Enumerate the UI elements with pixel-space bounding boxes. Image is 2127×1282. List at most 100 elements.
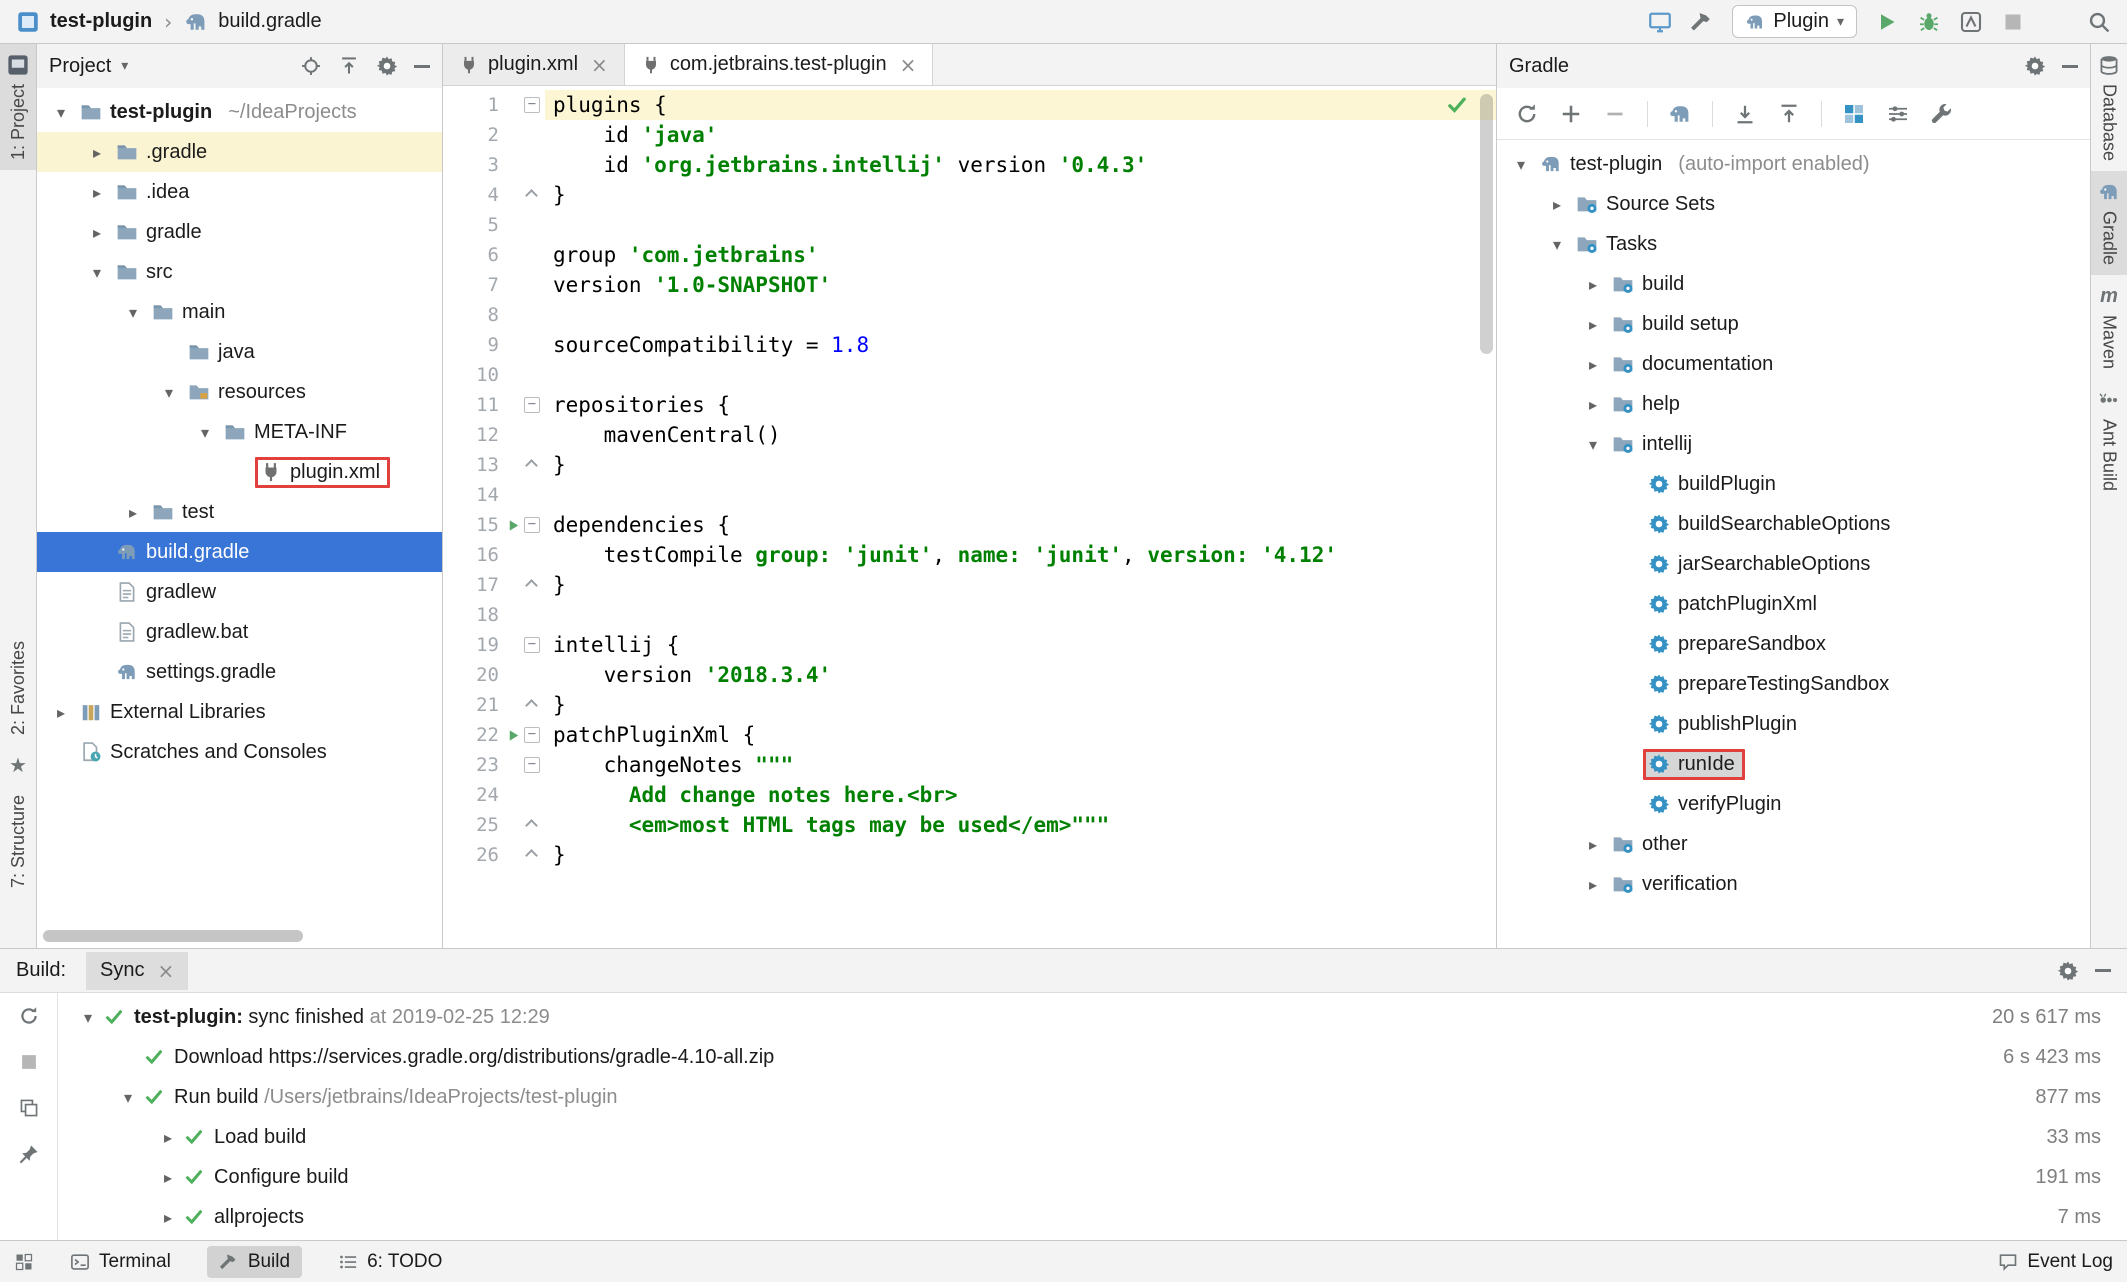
statusbar-build[interactable]: Build <box>206 1245 303 1278</box>
project-tree-item-main[interactable]: ▾ main <box>37 292 442 332</box>
expand-arrow-icon[interactable]: ▾ <box>47 103 75 122</box>
fold-close-icon[interactable] <box>525 698 538 712</box>
expand-arrow-icon[interactable]: ▸ <box>1579 395 1607 414</box>
gradle-task-verifyplugin[interactable]: verifyPlugin <box>1497 784 2090 824</box>
code-line-9[interactable]: 9 sourceCompatibility = 1.8 <box>443 330 1496 360</box>
code-line-25[interactable]: 25 <em>most HTML tags may be used</em>""… <box>443 810 1496 840</box>
expand-all-icon[interactable] <box>1733 102 1757 126</box>
project-tree-item-test-plugin[interactable]: ▾ test-plugin ~/IdeaProjects <box>37 92 442 132</box>
expand-arrow-icon[interactable]: ▸ <box>47 703 75 722</box>
settings-gear-icon[interactable] <box>2057 960 2079 982</box>
editor-tab-plugin-xml[interactable]: plugin.xml × <box>443 44 625 85</box>
expand-arrow-icon[interactable]: ▸ <box>119 503 147 522</box>
code-line-24[interactable]: 24 Add change notes here.<br> <box>443 780 1496 810</box>
horizontal-scrollbar[interactable] <box>43 930 303 942</box>
hide-panel-icon[interactable] <box>2095 969 2111 972</box>
refresh-gradle-icon[interactable] <box>1515 102 1539 126</box>
expand-arrow-icon[interactable]: ▾ <box>155 383 183 402</box>
expand-arrow-icon[interactable]: ▸ <box>152 1208 184 1227</box>
hide-panel-icon[interactable] <box>2062 64 2078 68</box>
run-gutter-icon[interactable] <box>506 518 521 533</box>
gradle-task-preparetestingsandbox[interactable]: prepareTestingSandbox <box>1497 664 2090 704</box>
expand-arrow-icon[interactable]: ▾ <box>112 1088 144 1107</box>
expand-arrow-icon[interactable]: ▾ <box>83 263 111 282</box>
rerun-sync-icon[interactable] <box>18 1005 40 1027</box>
tool-button-database[interactable]: Database <box>2091 44 2127 171</box>
toolwindow-switcher-icon[interactable] <box>14 1252 34 1272</box>
code-line-17[interactable]: 17} <box>443 570 1496 600</box>
code-line-18[interactable]: 18 <box>443 600 1496 630</box>
fold-close-icon[interactable] <box>525 188 538 202</box>
build-row-0[interactable]: ▾ test-plugin: sync finished at 2019-02-2… <box>58 997 2127 1037</box>
gradle-task-build[interactable]: ▸ build <box>1497 264 2090 304</box>
coverage-button[interactable] <box>1959 10 1983 34</box>
close-tab-icon[interactable]: × <box>591 53 608 77</box>
tool-button-gradle[interactable]: Gradle <box>2091 171 2127 276</box>
code-line-20[interactable]: 20 version '2018.3.4' <box>443 660 1496 690</box>
project-tree-item-gradlew-bat[interactable]: gradlew.bat <box>37 612 442 652</box>
close-tab-icon[interactable]: × <box>900 53 917 77</box>
expand-arrow-icon[interactable]: ▸ <box>83 143 111 162</box>
fold-close-icon[interactable] <box>525 818 538 832</box>
expand-arrow-icon[interactable]: ▸ <box>83 183 111 202</box>
code-line-5[interactable]: 5 <box>443 210 1496 240</box>
expand-arrow-icon[interactable]: ▾ <box>1507 155 1535 174</box>
breadcrumb-file[interactable]: build.gradle <box>218 10 321 33</box>
build-row-4[interactable]: ▸ Configure build 191 ms <box>58 1157 2127 1197</box>
run-gutter-icon[interactable] <box>506 728 521 743</box>
project-tree-item-settings-gradle[interactable]: settings.gradle <box>37 652 442 692</box>
fold-close-icon[interactable] <box>525 458 538 472</box>
project-tree-item-gradle[interactable]: ▸ .gradle <box>37 132 442 172</box>
fold-open-icon[interactable]: − <box>524 727 540 743</box>
collapse-all-icon[interactable] <box>338 55 360 77</box>
code-line-10[interactable]: 10 <box>443 360 1496 390</box>
project-view-chevron-icon[interactable]: ▾ <box>121 58 128 74</box>
locate-file-icon[interactable] <box>300 55 322 77</box>
settings-gear-icon[interactable] <box>2024 55 2046 77</box>
code-line-21[interactable]: 21} <box>443 690 1496 720</box>
gradle-task-buildplugin[interactable]: buildPlugin <box>1497 464 2090 504</box>
tool-button-structure[interactable]: 7: Structure <box>0 785 36 898</box>
editor-tab-test-plugin[interactable]: com.jetbrains.test-plugin × <box>624 44 934 85</box>
expand-arrow-icon[interactable]: ▸ <box>1579 315 1607 334</box>
tool-button-ant[interactable]: Ant Build <box>2091 379 2127 501</box>
expand-arrow-icon[interactable]: ▸ <box>1579 875 1607 894</box>
gradle-task-help[interactable]: ▸ help <box>1497 384 2090 424</box>
tool-button-favorites[interactable]: 2: Favorites <box>0 631 36 745</box>
gradle-task-documentation[interactable]: ▸ documentation <box>1497 344 2090 384</box>
code-line-4[interactable]: 4} <box>443 180 1496 210</box>
gradle-task-jarsearchableoptions[interactable]: jarSearchableOptions <box>1497 544 2090 584</box>
code-line-19[interactable]: 19 − intellij { <box>443 630 1496 660</box>
code-line-23[interactable]: 23 − changeNotes """ <box>443 750 1496 780</box>
fold-open-icon[interactable]: − <box>524 517 540 533</box>
fold-close-icon[interactable] <box>525 578 538 592</box>
debug-button[interactable] <box>1917 10 1941 34</box>
attach-project-icon[interactable] <box>1559 102 1583 126</box>
gradle-task-publishplugin[interactable]: publishPlugin <box>1497 704 2090 744</box>
stop-button[interactable] <box>2001 10 2025 34</box>
build-row-2[interactable]: ▾ Run build /Users/jetbrains/IdeaProjects… <box>58 1077 2127 1117</box>
project-tree-item-plugin-xml[interactable]: plugin.xml <box>37 452 442 492</box>
build-row-5[interactable]: ▸ allprojects 7 ms <box>58 1197 2127 1237</box>
code-line-2[interactable]: 2 id 'java' <box>443 120 1496 150</box>
project-tree-item-test[interactable]: ▸ test <box>37 492 442 532</box>
build-row-1[interactable]: Download https://services.gradle.org/dis… <box>58 1037 2127 1077</box>
gradle-task-patchpluginxml[interactable]: patchPluginXml <box>1497 584 2090 624</box>
code-line-16[interactable]: 16 testCompile group: 'junit', name: 'ju… <box>443 540 1496 570</box>
settings-gear-icon[interactable] <box>376 55 398 77</box>
expand-arrow-icon[interactable]: ▸ <box>1543 195 1571 214</box>
code-line-3[interactable]: 3 id 'org.jetbrains.intellij' version '0… <box>443 150 1496 180</box>
expand-arrow-icon[interactable]: ▸ <box>83 223 111 242</box>
code-editor[interactable]: 1− plugins {2 id 'java' 3 id 'org.jetbrain… <box>443 86 1496 948</box>
statusbar-todo[interactable]: 6: TODO <box>326 1246 454 1278</box>
gradle-task-tasks[interactable]: ▾ Tasks <box>1497 224 2090 264</box>
gradle-task-source-sets[interactable]: ▸ Source Sets <box>1497 184 2090 224</box>
expand-arrow-icon[interactable]: ▾ <box>1579 435 1607 454</box>
export-icon[interactable] <box>18 1097 40 1119</box>
expand-arrow-icon[interactable]: ▾ <box>1543 235 1571 254</box>
breadcrumb-project[interactable]: test-plugin <box>50 10 152 33</box>
gradle-task-buildsearchableoptions[interactable]: buildSearchableOptions <box>1497 504 2090 544</box>
expand-arrow-icon[interactable]: ▸ <box>152 1168 184 1187</box>
project-tree-item-external-libraries[interactable]: ▸ External Libraries <box>37 692 442 732</box>
fold-open-icon[interactable]: − <box>524 637 540 653</box>
